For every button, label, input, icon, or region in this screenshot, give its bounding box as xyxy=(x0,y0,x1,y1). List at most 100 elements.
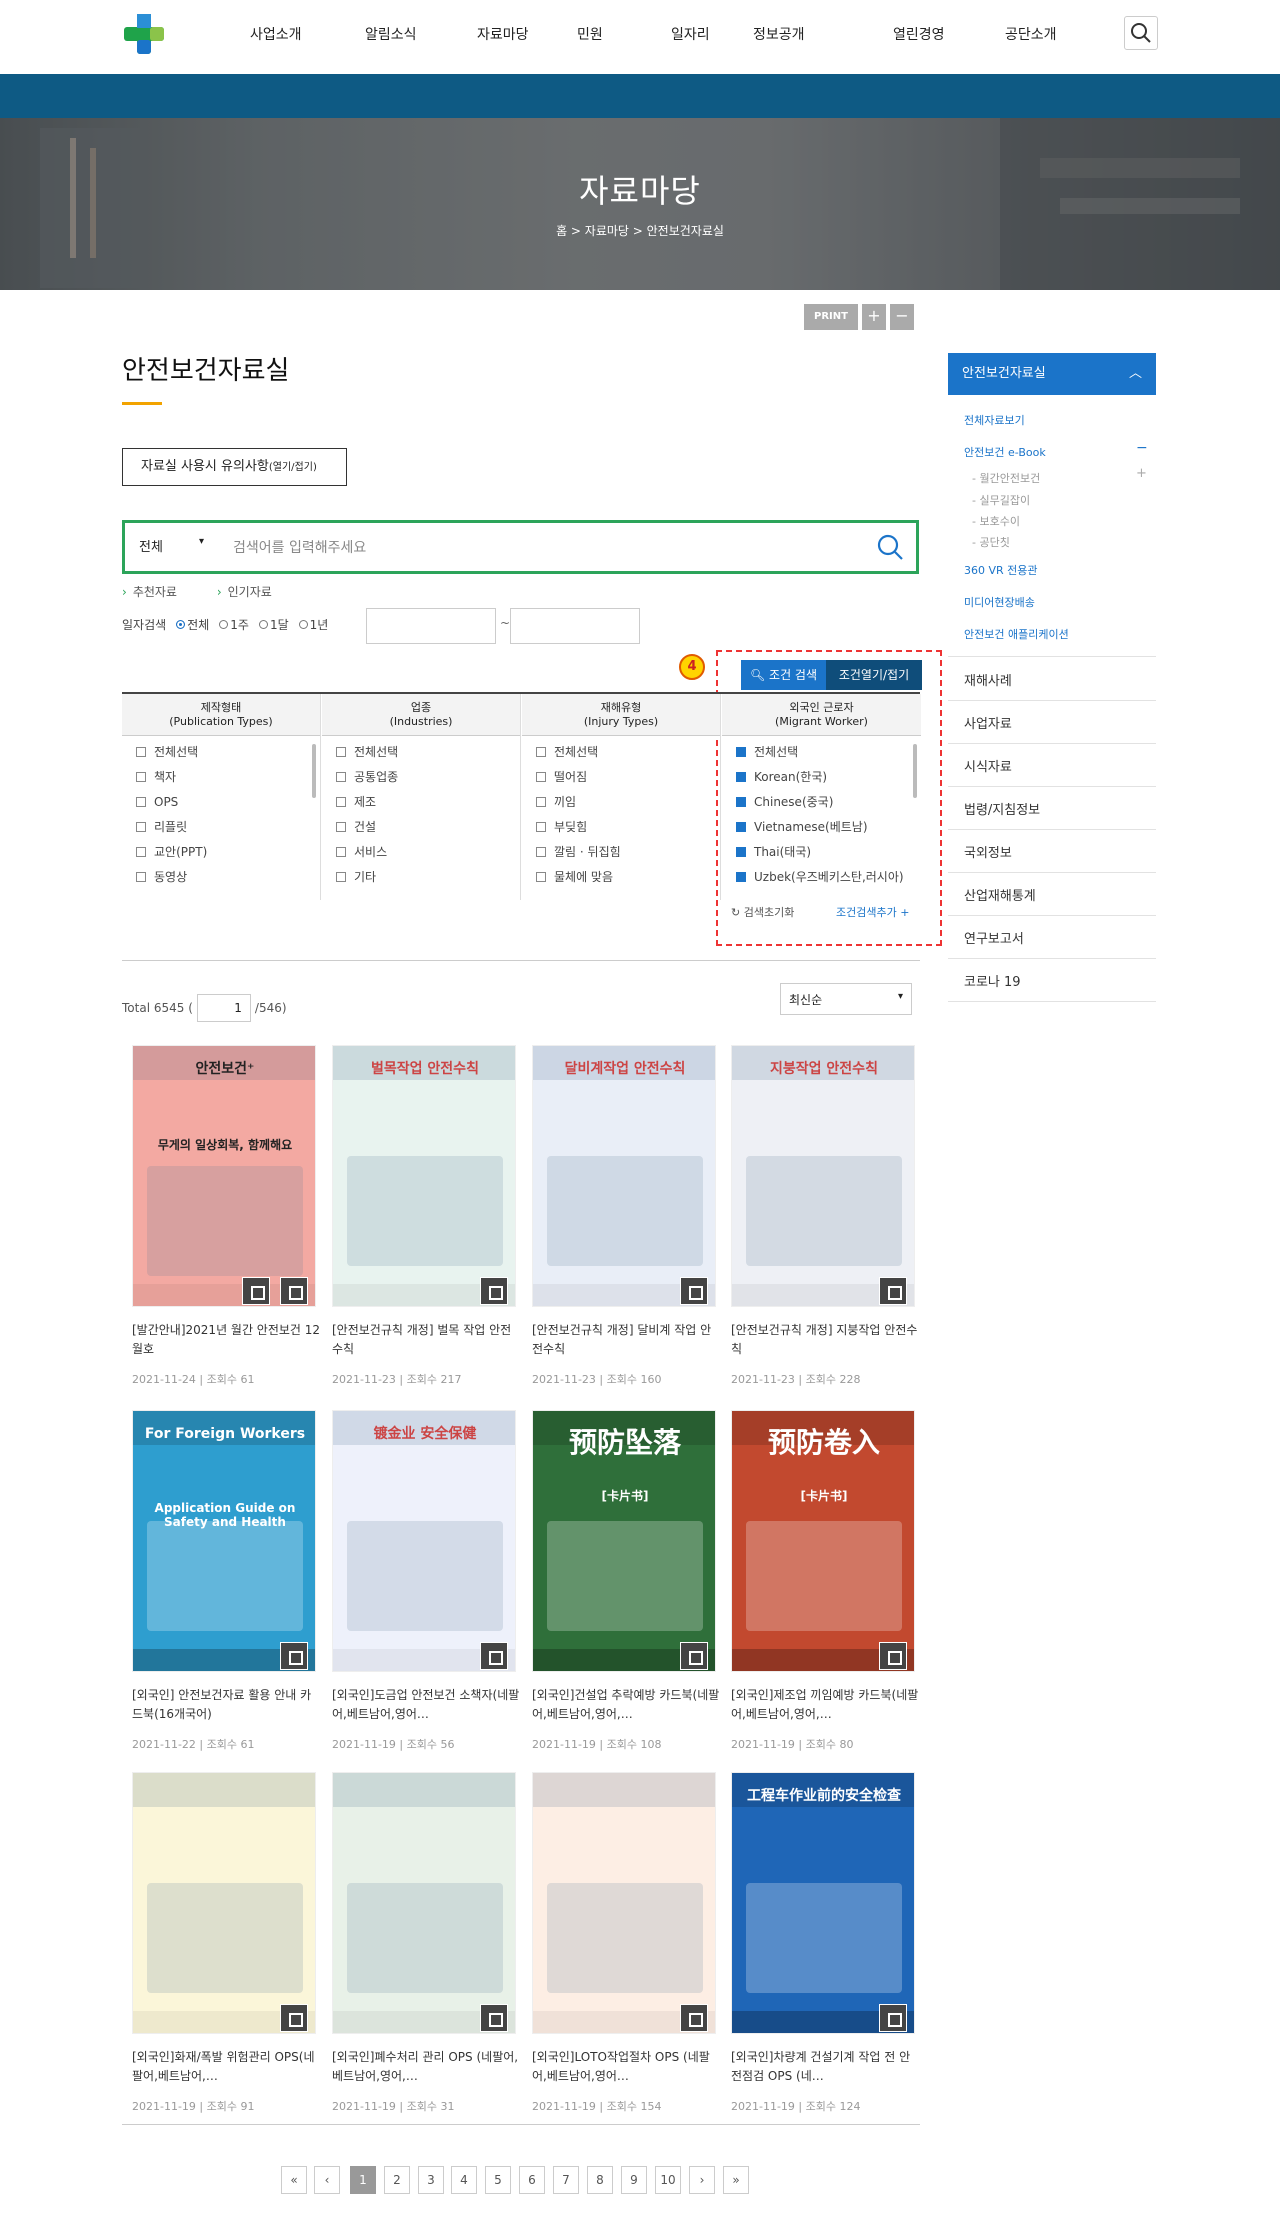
filter-option[interactable]: 떨어짐 xyxy=(522,765,720,790)
breadcrumb[interactable]: 홈 > 자료마당 > 안전보건자료실 xyxy=(0,222,1280,239)
date-start-input[interactable] xyxy=(366,608,496,644)
checkbox-checked[interactable] xyxy=(736,747,746,757)
filter-option[interactable]: OPS xyxy=(122,790,320,815)
sidebar-link-media[interactable]: 미디어현장배송 xyxy=(964,594,1035,610)
filter-option[interactable]: 교안(PPT) xyxy=(122,840,320,865)
page-number-button[interactable]: 7 xyxy=(553,2166,579,2194)
download-icon[interactable] xyxy=(480,1277,508,1305)
date-radio-month[interactable] xyxy=(258,620,268,629)
checkbox[interactable] xyxy=(336,872,346,882)
logo-icon[interactable] xyxy=(122,12,166,56)
filter-option[interactable]: 기타 xyxy=(322,865,520,890)
search-category-select[interactable]: 전체 ▾ xyxy=(139,536,219,555)
card-title[interactable]: [안전보건규칙 개정] 달비계 작업 안전수칙 xyxy=(532,1321,722,1359)
checkbox[interactable] xyxy=(336,797,346,807)
filter-option[interactable]: 전체선택 xyxy=(722,740,921,765)
checkbox[interactable] xyxy=(536,822,546,832)
checkbox[interactable] xyxy=(536,772,546,782)
minus-icon[interactable]: − xyxy=(1136,440,1148,456)
nav-item-management[interactable]: 열린경영 xyxy=(893,24,1005,44)
page-number-button[interactable]: 9 xyxy=(621,2166,647,2194)
filter-option[interactable]: 깔림 · 뒤집힘 xyxy=(522,840,720,865)
sidebar-link-ebook[interactable]: 안전보건 e-Book xyxy=(964,444,1046,460)
filter-option[interactable]: 책자 xyxy=(122,765,320,790)
ebook-icon[interactable] xyxy=(280,1277,308,1305)
page-first-button[interactable]: « xyxy=(281,2166,307,2194)
tag-recommended[interactable]: › 추천자료 xyxy=(122,585,195,599)
search-icon[interactable] xyxy=(876,533,904,561)
page-number-button[interactable]: 4 xyxy=(451,2166,477,2194)
download-icon[interactable] xyxy=(480,1642,508,1670)
page-number-button[interactable]: 1 xyxy=(350,2166,376,2194)
filter-option[interactable]: 부딪힘 xyxy=(522,815,720,840)
page-number-button[interactable]: 10 xyxy=(655,2166,681,2194)
card-title[interactable]: [외국인]도금업 안전보건 소책자(네팔어,베트남어,영어… xyxy=(332,1686,522,1724)
sidebar-header[interactable]: 안전보건자료실 ︿ xyxy=(948,353,1156,395)
card-title[interactable]: [발간안내]2021년 월간 안전보건 12월호 xyxy=(132,1321,322,1359)
nav-item-jobs[interactable]: 일자리 xyxy=(671,24,753,44)
nav-item-resources[interactable]: 자료마당 xyxy=(477,24,577,44)
checkbox[interactable] xyxy=(536,747,546,757)
download-icon[interactable] xyxy=(242,1277,270,1305)
sidebar-link-app[interactable]: 안전보건 애플리케이션 xyxy=(964,626,1069,642)
card-thumbnail[interactable]: 工程车作业前的安全检查 xyxy=(731,1772,915,2034)
filter-option[interactable]: 공통업종 xyxy=(322,765,520,790)
card-title[interactable]: [안전보건규칙 개정] 벌목 작업 안전수칙 xyxy=(332,1321,522,1359)
sidebar-item[interactable]: 시식자료 xyxy=(964,756,1012,775)
sidebar-link-vr[interactable]: 360 VR 전용관 xyxy=(964,562,1038,578)
checkbox-checked[interactable] xyxy=(736,797,746,807)
sidebar-item[interactable]: 연구보고서 xyxy=(964,928,1024,947)
card-title[interactable]: [외국인]LOTO작업절차 OPS (네팔어,베트남어,영어… xyxy=(532,2048,722,2086)
card-thumbnail[interactable]: 달비계작업 안전수칙 xyxy=(532,1045,716,1307)
header-search-button[interactable] xyxy=(1124,16,1158,50)
sidebar-sub-agency[interactable]: - 공단칫 xyxy=(972,534,1010,550)
page-number-button[interactable]: 2 xyxy=(384,2166,410,2194)
checkbox[interactable] xyxy=(336,847,346,857)
search-reset-button[interactable]: ↻ 검색초기화 xyxy=(731,904,794,920)
card-title[interactable]: [외국인]폐수처리 관리 OPS (네팔어,베트남어,영어,… xyxy=(332,2048,522,2086)
checkbox-checked[interactable] xyxy=(736,822,746,832)
download-icon[interactable] xyxy=(879,1277,907,1305)
checkbox[interactable] xyxy=(136,847,146,857)
checkbox[interactable] xyxy=(136,797,146,807)
page-next-button[interactable]: › xyxy=(689,2166,715,2194)
nav-item-civil[interactable]: 민원 xyxy=(577,24,671,44)
sort-select[interactable]: 최신순 ▾ xyxy=(780,983,912,1015)
filter-option[interactable]: Uzbek(우즈베키스탄,러시아) xyxy=(722,865,921,890)
checkbox-checked[interactable] xyxy=(736,872,746,882)
condition-toggle-tab[interactable]: 조건열기/접기 xyxy=(826,660,922,690)
sidebar-item[interactable]: 법령/지침정보 xyxy=(964,799,1040,818)
checkbox[interactable] xyxy=(136,772,146,782)
download-icon[interactable] xyxy=(680,1642,708,1670)
page-number-button[interactable]: 6 xyxy=(519,2166,545,2194)
checkbox-checked[interactable] xyxy=(736,847,746,857)
card-thumbnail[interactable]: 지붕작업 안전수칙 xyxy=(731,1045,915,1307)
card-thumbnail[interactable] xyxy=(532,1772,716,2034)
card-thumbnail[interactable]: For Foreign Workers Application Guide on … xyxy=(132,1410,316,1672)
sidebar-item[interactable]: 사업자료 xyxy=(964,713,1012,732)
filter-option[interactable]: 제조 xyxy=(322,790,520,815)
filter-option[interactable]: Chinese(중국) xyxy=(722,790,921,815)
download-icon[interactable] xyxy=(680,1277,708,1305)
sidebar-sub-monthly[interactable]: - 월간안전보건 xyxy=(972,470,1040,486)
download-icon[interactable] xyxy=(879,2004,907,2032)
add-condition-button[interactable]: 조건검색추가 + xyxy=(836,904,909,920)
card-title[interactable]: [외국인]제조업 끼임예방 카드북(네팔어,베트남어,영어,… xyxy=(731,1686,921,1724)
nav-item-news[interactable]: 알림소식 xyxy=(365,24,477,44)
checkbox-checked[interactable] xyxy=(736,772,746,782)
page-last-button[interactable]: » xyxy=(723,2166,749,2194)
download-icon[interactable] xyxy=(280,1642,308,1670)
sidebar-link-all[interactable]: 전체자료보기 xyxy=(964,412,1025,428)
filter-option[interactable]: Vietnamese(베트남) xyxy=(722,815,921,840)
card-title[interactable]: [외국인]차량계 건설기계 작업 전 안전점검 OPS (네… xyxy=(731,2048,921,2086)
card-title[interactable]: [외국인] 안전보건자료 활용 안내 카드북(16개국어) xyxy=(132,1686,322,1724)
page-number-button[interactable]: 5 xyxy=(485,2166,511,2194)
sidebar-item[interactable]: 코로나 19 xyxy=(964,971,1021,990)
plus-icon[interactable]: + xyxy=(1136,466,1147,481)
filter-option[interactable]: 끼임 xyxy=(522,790,720,815)
page-number-button[interactable]: 3 xyxy=(418,2166,444,2194)
nav-item-disclosure[interactable]: 정보공개 xyxy=(753,24,893,44)
checkbox[interactable] xyxy=(536,797,546,807)
filter-option[interactable]: 전체선택 xyxy=(122,740,320,765)
checkbox[interactable] xyxy=(336,747,346,757)
